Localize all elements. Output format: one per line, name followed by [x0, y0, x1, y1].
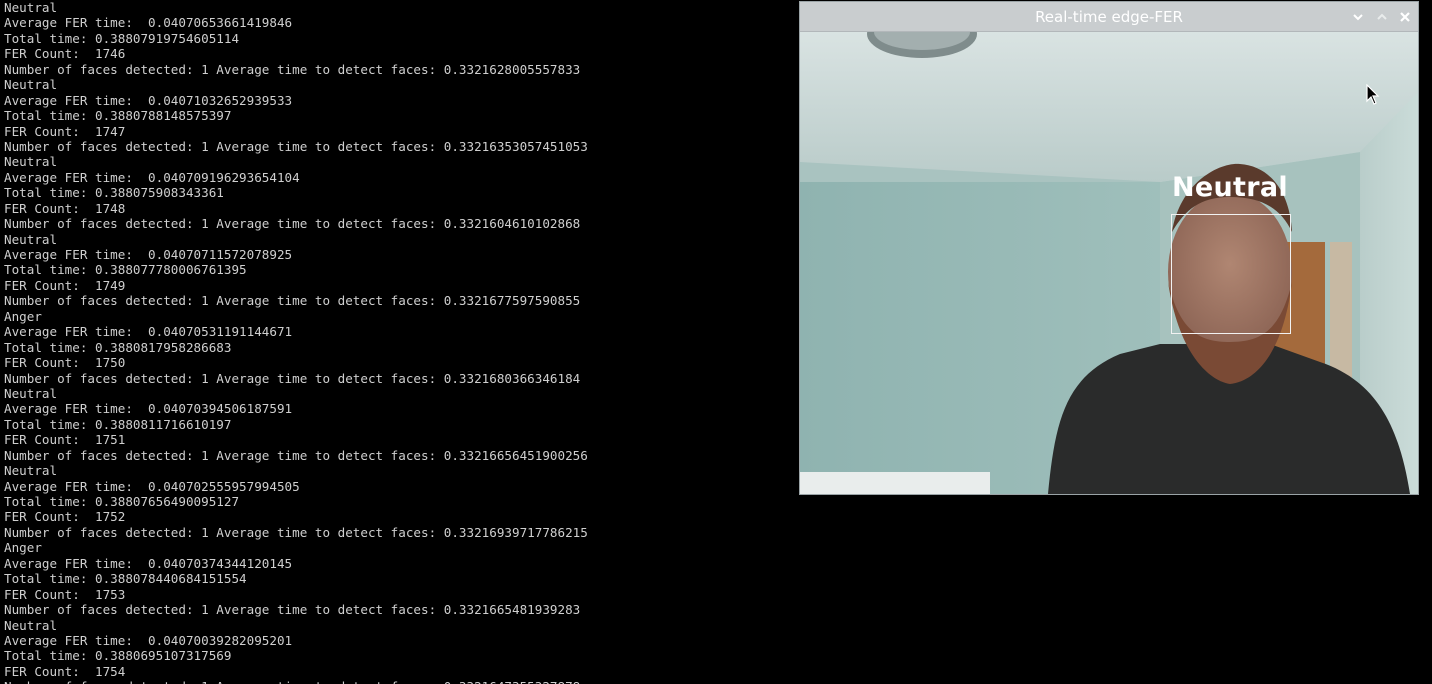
terminal-line: FER Count: 1747 [4, 123, 126, 139]
chevron-up-icon [1377, 13, 1387, 20]
fer-window[interactable]: Real-time edge-FER Neutral [799, 1, 1419, 495]
terminal-line: Total time: 0.388077780006761395 [4, 262, 247, 278]
terminal-output: Neutral Average FER time: 0.0407065366141… [4, 0, 588, 684]
terminal-line: Total time: 0.388078440684151554 [4, 571, 247, 587]
terminal-line: Average FER time: 0.04070653661419846 [4, 15, 293, 31]
terminal-line: FER Count: 1752 [4, 509, 126, 525]
terminal-line: Number of faces detected: 1 Average time… [4, 293, 581, 309]
terminal-line: Number of faces detected: 1 Average time… [4, 679, 588, 684]
terminal-line: Average FER time: 0.04070531191144671 [4, 324, 293, 340]
terminal-line: Number of faces detected: 1 Average time… [4, 370, 581, 386]
terminal-line: Total time: 0.3880811716610197 [4, 416, 232, 432]
terminal-line: Average FER time: 0.04070374344120145 [4, 555, 293, 571]
terminal-line: FER Count: 1753 [4, 586, 126, 602]
maximize-button[interactable] [1374, 9, 1390, 25]
face-bounding-box [1171, 214, 1291, 334]
terminal-line: Average FER time: 0.04070711572078925 [4, 247, 293, 262]
terminal-line: Number of faces detected: 1 Average time… [4, 447, 588, 463]
terminal-line: FER Count: 1748 [4, 200, 126, 216]
window-titlebar[interactable]: Real-time edge-FER [800, 2, 1418, 32]
window-title: Real-time edge-FER [1035, 8, 1183, 26]
terminal-line: Neutral [4, 617, 58, 633]
terminal-line: Number of faces detected: 1 Average time… [4, 602, 581, 618]
close-icon [1400, 12, 1410, 22]
terminal-line: Average FER time: 0.04071032652939533 [4, 92, 293, 108]
terminal-line: Total time: 0.38807656490095127 [4, 494, 240, 509]
emotion-label: Neutral [1172, 172, 1288, 203]
camera-feed: Neutral [800, 32, 1418, 494]
terminal-line: Total time: 0.3880695107317569 [4, 648, 232, 664]
terminal-line: Neutral [4, 463, 58, 479]
terminal-line: Total time: 0.38807919754605114 [4, 30, 240, 46]
close-button[interactable] [1397, 9, 1413, 25]
chevron-down-icon [1353, 14, 1363, 21]
terminal-line: Neutral [4, 231, 58, 247]
terminal-line: Average FER time: 0.040709196293654104 [4, 169, 300, 185]
terminal-line: Neutral [4, 0, 58, 15]
terminal-line: Neutral [4, 77, 58, 93]
terminal-line: Anger [4, 540, 42, 556]
terminal-line: Number of faces detected: 1 Average time… [4, 524, 588, 540]
terminal-line: FER Count: 1749 [4, 277, 126, 293]
terminal-line: Number of faces detected: 1 Average time… [4, 216, 581, 232]
camera-frame-image [800, 32, 1418, 494]
terminal-line: FER Count: 1746 [4, 46, 126, 62]
terminal-line: Average FER time: 0.04070039282095201 [4, 632, 293, 648]
terminal-line: Anger [4, 308, 42, 324]
terminal-line: FER Count: 1750 [4, 355, 126, 371]
mouse-cursor-icon [1366, 84, 1380, 105]
terminal-line: Average FER time: 0.04070394506187591 [4, 401, 293, 417]
terminal-line: Neutral [4, 154, 58, 170]
terminal-line: Number of faces detected: 1 Average time… [4, 138, 588, 154]
minimize-button[interactable] [1350, 9, 1366, 25]
terminal-line: FER Count: 1754 [4, 663, 126, 679]
terminal-line: FER Count: 1751 [4, 432, 126, 448]
terminal-line: Number of faces detected: 1 Average time… [4, 61, 581, 77]
terminal-window[interactable]: Neutral Average FER time: 0.0407065366141… [0, 0, 790, 684]
terminal-line: Total time: 0.388075908343361 [4, 185, 224, 201]
terminal-line: Average FER time: 0.040702555957994505 [4, 478, 300, 494]
terminal-line: Total time: 0.3880788148575397 [4, 108, 232, 124]
terminal-line: Neutral [4, 385, 58, 401]
terminal-line: Total time: 0.3880817958286683 [4, 339, 232, 355]
